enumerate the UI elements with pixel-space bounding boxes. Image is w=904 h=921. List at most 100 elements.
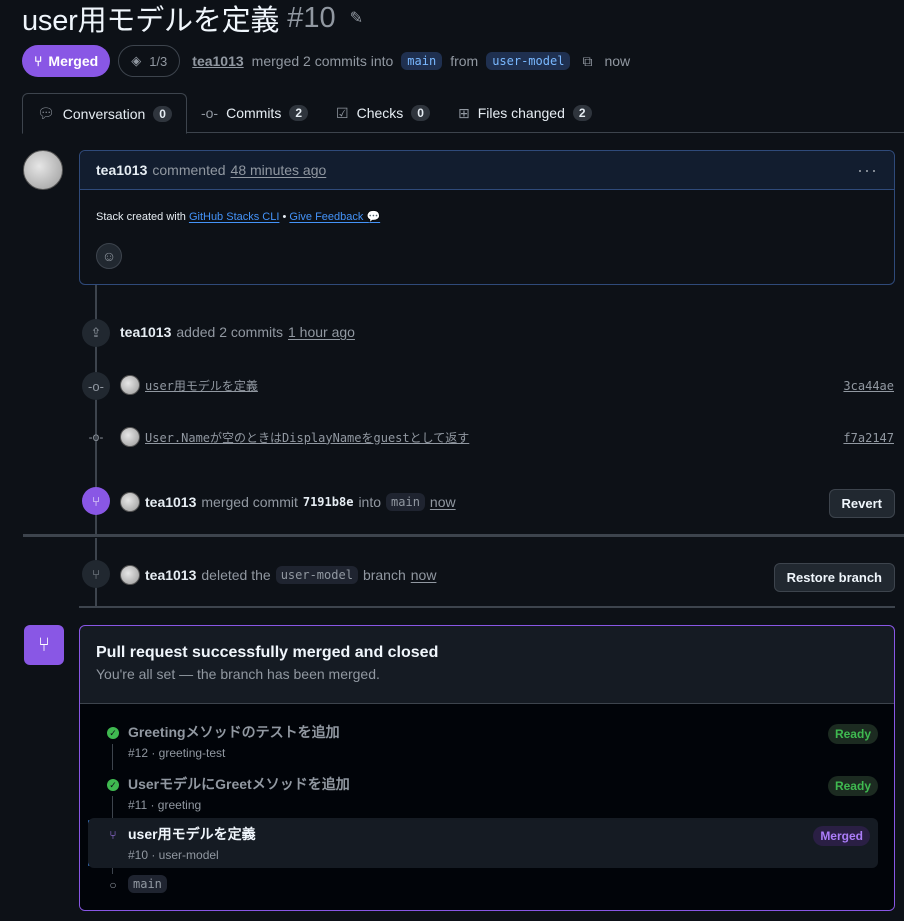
base-branch[interactable]: main (401, 52, 443, 70)
repo-push-icon: ⇪ (82, 319, 110, 347)
event-text: branch (362, 567, 406, 583)
comment-author[interactable]: tea1013 (96, 162, 147, 178)
comment-box: tea1013 commented 48 minutes ago ··· Sta… (79, 150, 895, 285)
tab-checks[interactable]: ☑ Checks 0 (322, 93, 444, 133)
edit-pencil-icon[interactable]: ✎ (350, 8, 363, 28)
tab-label: Checks (356, 105, 404, 121)
event-author[interactable]: tea1013 (120, 324, 171, 340)
stack-item-current[interactable]: ⑂ user用モデルを定義 #10 · user-model Merged (88, 818, 878, 868)
event-author[interactable]: tea1013 (145, 567, 196, 583)
merged-status-badge: ⑂ Merged (22, 45, 111, 77)
deleted-branch-event: tea1013 deleted the user-model branch no… (120, 565, 436, 585)
stack-list: ✓ Greetingメソッドのテストを追加 #12 · greeting-tes… (80, 704, 894, 910)
stack-layers-icon: ◈ (131, 53, 142, 68)
commit-message[interactable]: user用モデルを定義 (145, 377, 258, 394)
tab-conversation[interactable]: 💬︎ Conversation 0 (22, 93, 187, 134)
copy-icon[interactable]: ⧉ (582, 53, 592, 70)
stacks-cli-link[interactable]: GitHub Stacks CLI (189, 211, 279, 223)
commit-message[interactable]: User.Nameが空のときはDisplayNameをguestとして返す (145, 429, 469, 446)
tab-count: 2 (572, 105, 592, 121)
added-commits-event: tea1013 added 2 commits 1 hour ago (120, 324, 355, 340)
stack-item[interactable]: ✓ Greetingメソッドのテストを追加 #12 · greeting-tes… (88, 716, 878, 766)
merge-text: merged 2 commits into (251, 53, 394, 69)
timeline-divider (23, 534, 904, 537)
branch-name: user-model (275, 566, 358, 584)
pr-number: #10 (287, 1, 336, 34)
merge-commit-sha[interactable]: 7191b8e (303, 495, 354, 509)
event-time[interactable]: 1 hour ago (288, 324, 355, 340)
comment-discussion-icon: 💬︎ (37, 105, 55, 121)
tab-label: Conversation (62, 105, 146, 122)
stack-item-sub: #12 · greeting-test (128, 746, 226, 760)
event-author[interactable]: tea1013 (145, 494, 196, 510)
stack-position-button[interactable]: ◈ 1/3 (118, 45, 181, 77)
merge-icon: ⑂ (34, 53, 43, 69)
comment-time[interactable]: 48 minutes ago (231, 162, 327, 178)
kebab-menu-icon[interactable]: ··· (857, 160, 878, 181)
stack-item-title[interactable]: user用モデルを定義 (128, 824, 256, 844)
tab-count: 0 (153, 105, 172, 122)
comment-header: tea1013 commented 48 minutes ago ··· (80, 151, 894, 190)
revert-button[interactable]: Revert (828, 489, 895, 518)
stack-item[interactable]: ✓ UserモデルにGreetメソッドを追加 #11 · greeting Re… (88, 768, 878, 818)
git-branch-icon: ⑂ (82, 560, 110, 588)
circle-icon: ○ (109, 878, 117, 892)
git-merge-icon: ⑂ (24, 625, 64, 665)
status-badge: Ready (827, 724, 878, 744)
commit-row: user用モデルを定義 (120, 375, 258, 395)
event-text: added 2 commits (176, 324, 283, 340)
tab-count: 2 (289, 105, 309, 121)
file-diff-icon: ⊞ (457, 104, 470, 121)
merge-status-header: Pull request successfully merged and clo… (80, 626, 894, 704)
pr-tabs: 💬︎ Conversation 0 -o- Commits 2 ☑ Checks… (22, 93, 904, 134)
pr-meta-row: ⑂ Merged ◈ 1/3 tea1013 merged 2 commits … (22, 45, 630, 77)
git-merge-icon: ⑂ (109, 828, 117, 842)
avatar[interactable] (23, 150, 63, 190)
commit-sha[interactable]: f7a2147 (843, 431, 894, 445)
git-merge-icon: ⑂ (82, 487, 110, 515)
base-branch: main (128, 875, 167, 893)
separator: • (282, 211, 287, 223)
tab-commits[interactable]: -o- Commits 2 (187, 93, 322, 133)
stack-position-label: 1/3 (149, 53, 168, 69)
avatar[interactable] (120, 565, 140, 585)
comment-action: commented (152, 162, 226, 178)
event-text: into (358, 494, 382, 510)
event-text: deleted the (201, 567, 271, 583)
tab-files-changed[interactable]: ⊞ Files changed 2 (444, 93, 606, 133)
commit-row: User.Nameが空のときはDisplayNameをguestとして返す (120, 427, 469, 447)
stack-item-sub: #10 · user-model (128, 848, 219, 862)
status-label: Merged (48, 53, 99, 69)
avatar[interactable] (120, 427, 140, 447)
avatar[interactable] (120, 375, 140, 395)
stack-item-title[interactable]: Greetingメソッドのテストを追加 (128, 722, 340, 742)
git-commit-icon: -o- (88, 430, 104, 444)
merge-status-subtitle: You're all set — the branch has been mer… (96, 666, 380, 682)
from-text: from (450, 53, 479, 69)
merged-event: tea1013 merged commit 7191b8e into main … (120, 492, 456, 512)
give-feedback-link[interactable]: Give Feedback 💬 (289, 211, 380, 223)
head-branch[interactable]: user-model (486, 52, 571, 70)
avatar[interactable] (120, 492, 140, 512)
pr-title: user用モデルを定義 (22, 5, 280, 37)
stack-base: ○ main (88, 874, 878, 898)
event-time[interactable]: now (411, 567, 437, 583)
author-link[interactable]: tea1013 (192, 53, 243, 69)
event-time[interactable]: now (430, 494, 456, 510)
git-commit-icon: -o- (82, 372, 110, 400)
comment-body: Stack created with GitHub Stacks CLI • G… (80, 190, 894, 223)
comment-text: Stack created with (96, 211, 186, 223)
stack-item-title[interactable]: UserモデルにGreetメソッドを追加 (128, 774, 350, 794)
merge-time: now (604, 53, 631, 69)
commit-sha[interactable]: 3ca44ae (843, 379, 894, 393)
merge-status-title: Pull request successfully merged and clo… (96, 644, 439, 661)
branch-name[interactable]: main (386, 493, 425, 511)
stack-item-sub: #11 · greeting (128, 798, 202, 812)
status-badge: Ready (827, 776, 878, 796)
merge-status-box: Pull request successfully merged and clo… (79, 625, 895, 911)
tab-count: 0 (411, 105, 430, 121)
add-reaction-icon[interactable]: ☺ (96, 243, 122, 269)
git-commit-icon: -o- (200, 105, 219, 121)
check-circle-icon: ✓ (106, 778, 120, 792)
restore-branch-button[interactable]: Restore branch (773, 563, 895, 592)
